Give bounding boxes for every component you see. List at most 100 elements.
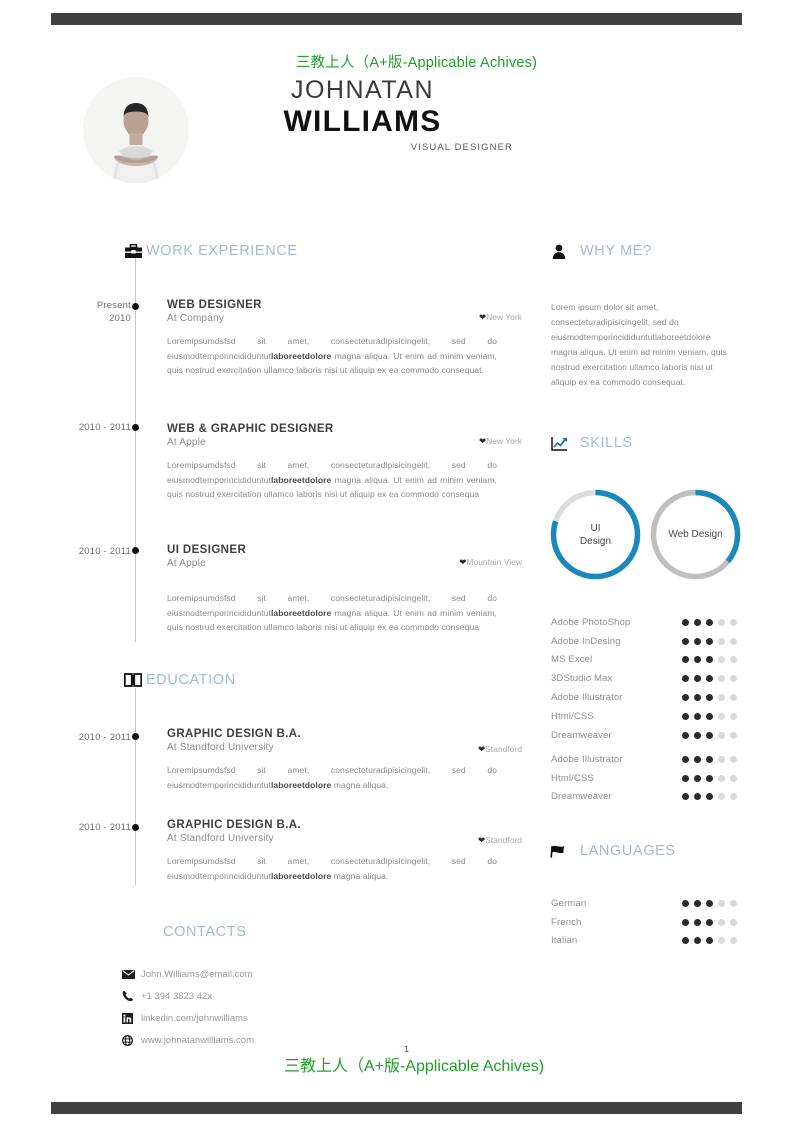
skill-ring-web-design: Web Design — [648, 487, 743, 582]
rating-dots — [682, 618, 737, 626]
pin-icon: ❤ — [478, 436, 487, 446]
rating-dot-empty — [730, 656, 737, 664]
skill-rings: UI Design Web Design — [548, 487, 748, 587]
contact-phone[interactable]: +1 394 3823 42x — [122, 985, 254, 1007]
contact-value: linkedin.com/johnwilliams — [141, 1012, 248, 1024]
rating-label: Italian — [551, 935, 578, 947]
last-name: WILLIAMS — [283, 105, 442, 138]
rating-dot-empty — [718, 712, 725, 720]
entry-body: Loremipsumdsfsd sit amet, consecteturadi… — [167, 856, 497, 881]
rating-dot-filled — [706, 793, 713, 801]
skill-ring-ui-design: UI Design — [548, 487, 643, 582]
section-heading-education: EDUCATION — [122, 670, 236, 690]
contact-email[interactable]: John.Williams@email.com — [122, 963, 254, 985]
rating-dot-filled — [682, 755, 689, 763]
entry-body: Loremipsumdsfsd sit amet, consecteturadi… — [167, 765, 497, 790]
rating-dot-empty — [718, 755, 725, 763]
section-label: LANGUAGES — [580, 843, 676, 859]
rating-dot-empty — [718, 731, 725, 739]
rating-dot-empty — [730, 937, 737, 945]
timeline-dot — [132, 547, 139, 554]
work-entry-2: UI DESIGNER At Apple ❤Mountain View Lore… — [167, 544, 522, 635]
rating-dot-filled — [694, 712, 701, 720]
rating-dot-filled — [682, 712, 689, 720]
person-icon — [548, 241, 570, 261]
skill-rating-row: Dreamweaver — [551, 788, 737, 807]
ring-label: Web Design — [668, 529, 723, 540]
section-heading-why-me: WHY ME? — [548, 241, 652, 261]
rating-dots — [682, 694, 737, 702]
rating-dot-filled — [694, 618, 701, 626]
education-entry-1: GRAPHIC DESIGN B.A. At Standford Univers… — [167, 819, 522, 883]
rating-dot-filled — [694, 793, 701, 801]
work-date-2: 2010 - 2011 — [78, 546, 131, 557]
skill-rating-row: MS Excel — [551, 651, 737, 670]
rating-dot-filled — [706, 899, 713, 907]
contact-list: John.Williams@email.com +1 394 3823 42x … — [122, 963, 254, 1051]
profile-photo-illustration — [83, 77, 189, 183]
rating-dot-filled — [682, 694, 689, 702]
education-entry-0: GRAPHIC DESIGN B.A. At Standford Univers… — [167, 728, 522, 792]
rating-dots — [682, 937, 737, 945]
timeline-dot — [132, 733, 139, 740]
rating-dot-filled — [706, 637, 713, 645]
rating-dot-filled — [682, 731, 689, 739]
contact-linkedin[interactable]: linkedin.com/johnwilliams — [122, 1007, 254, 1029]
flag-icon — [548, 841, 570, 861]
skill-rating-row: Html/CSS — [551, 707, 737, 726]
rating-dot-empty — [718, 937, 725, 945]
section-label: WHY ME? — [580, 243, 652, 259]
rating-dot-filled — [694, 899, 701, 907]
book-icon — [122, 670, 144, 690]
rating-label: French — [551, 916, 582, 928]
section-heading-languages: LANGUAGES — [548, 841, 676, 861]
rating-dot-empty — [718, 637, 725, 645]
rating-dot-filled — [706, 918, 713, 926]
rating-label: Adobe Illustrator — [551, 692, 623, 704]
rating-dot-filled — [694, 656, 701, 664]
rating-dots — [682, 637, 737, 645]
rating-dots — [682, 712, 737, 720]
rating-dots — [682, 731, 737, 739]
rating-dots — [682, 899, 737, 907]
rating-dots — [682, 755, 737, 763]
rating-dot-empty — [718, 675, 725, 683]
work-entry-1: WEB & GRAPHIC DESIGNER At Apple ❤New Yor… — [167, 423, 522, 502]
work-entry-0: WEB DESIGNER At Company ❤New York Loremi… — [167, 299, 522, 378]
rating-dot-empty — [730, 694, 737, 702]
rating-dot-empty — [730, 618, 737, 626]
section-label: EDUCATION — [146, 672, 236, 688]
entry-body: Loremipsumdsfsd sit amet, consecteturadi… — [167, 460, 497, 500]
rating-dots — [682, 918, 737, 926]
rating-dot-filled — [706, 774, 713, 782]
bottom-rule — [51, 1102, 742, 1114]
entry-title: GRAPHIC DESIGN B.A. — [167, 819, 302, 831]
contact-value: John.Williams@email.com — [141, 968, 253, 980]
chart-icon — [548, 433, 570, 453]
timeline-dot — [132, 303, 139, 310]
avatar — [83, 77, 189, 183]
rating-dot-filled — [682, 675, 689, 683]
rating-dot-filled — [694, 731, 701, 739]
section-label: CONTACTS — [163, 924, 247, 940]
rating-dots — [682, 793, 737, 801]
rating-dot-filled — [682, 637, 689, 645]
education-date-0: 2010 - 2011 — [78, 732, 131, 743]
rating-dot-filled — [694, 675, 701, 683]
rating-dot-filled — [706, 618, 713, 626]
skill-rating-row: Dreamweaver — [551, 726, 737, 745]
rating-dot-empty — [730, 755, 737, 763]
rating-dot-empty — [730, 918, 737, 926]
section-label: WORK EXPERIENCE — [146, 243, 298, 259]
rating-dot-filled — [694, 774, 701, 782]
entry-location: ❤Standford — [478, 835, 522, 845]
rating-dot-filled — [682, 918, 689, 926]
timeline-line-education — [135, 688, 136, 885]
rating-dot-filled — [706, 937, 713, 945]
name-block: JOHNATAN WILLIAMS VISUAL DESIGNER — [210, 76, 515, 153]
entry-company: At Apple — [167, 437, 206, 448]
rating-label: Adobe PhotoShop — [551, 616, 631, 628]
language-rating-row: German — [551, 894, 737, 913]
work-date-0: Present 2010 — [96, 300, 131, 324]
rating-dot-filled — [694, 918, 701, 926]
